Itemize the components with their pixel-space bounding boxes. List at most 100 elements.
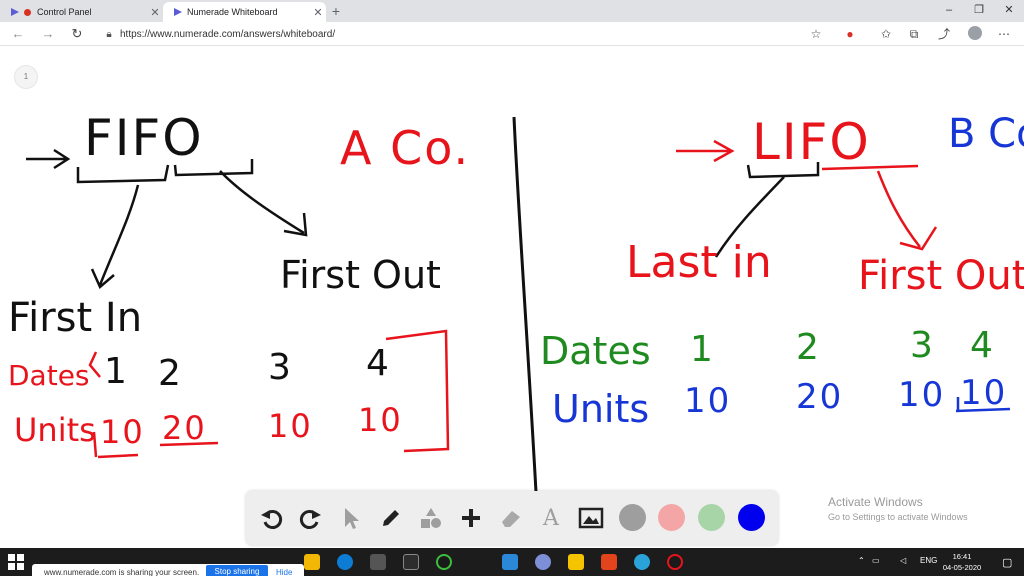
forward-icon[interactable]: →	[40, 26, 56, 42]
record-icon[interactable]	[667, 554, 683, 570]
fifo-title: FIFO	[84, 109, 204, 167]
date-value: 2	[158, 353, 183, 394]
screen-share-bar: www.numerade.com is sharing your screen.…	[32, 564, 304, 576]
unit-value: 10	[960, 373, 1008, 413]
clock-time: 16:41	[952, 552, 972, 561]
share-icon[interactable]: ⤴	[936, 26, 952, 42]
app-icon-4[interactable]	[502, 554, 518, 570]
arrow-lifo-first-out	[876, 170, 938, 251]
hide-button[interactable]: Hide	[276, 568, 292, 576]
date-value: 4	[970, 325, 995, 366]
app-icon-3[interactable]	[436, 554, 452, 570]
edge-browser-icon[interactable]	[337, 554, 353, 570]
color-swatch-gray[interactable]	[619, 504, 646, 531]
unit-value: 10	[358, 401, 403, 439]
units-label: Units	[552, 387, 650, 431]
favorites-icon[interactable]: ✩	[878, 26, 894, 42]
reload-icon[interactable]: ↻	[69, 26, 85, 42]
image-icon[interactable]	[576, 503, 606, 533]
tab-strip: Control Panel ✕ Numerade Whiteboard ✕ + …	[0, 0, 1024, 22]
tray-chevron-icon[interactable]: ⌃	[858, 556, 865, 565]
maximize-button[interactable]: ❐	[964, 0, 994, 22]
pointer-icon[interactable]	[336, 503, 366, 533]
unit-value: 20	[796, 377, 844, 417]
address-bar[interactable]: 🔒︎ https://www.numerade.com/answers/whit…	[98, 24, 838, 44]
arrow-first-in	[90, 184, 140, 290]
unit-value: 10	[898, 375, 946, 415]
redo-icon[interactable]	[296, 503, 326, 533]
network-icon[interactable]: ▭	[872, 556, 880, 565]
color-swatch-green[interactable]	[698, 504, 725, 531]
pen-icon[interactable]	[376, 503, 406, 533]
menu-icon[interactable]: ⋯	[996, 26, 1012, 42]
stop-sharing-button[interactable]: Stop sharing	[206, 565, 268, 576]
date-value: 1	[690, 329, 715, 370]
extension-icon[interactable]: ●	[842, 26, 858, 42]
first-in-label: First In	[8, 295, 143, 341]
color-swatch-blue[interactable]	[738, 504, 765, 531]
unit-value: 10	[100, 413, 145, 451]
company-a-label: A Co.	[340, 121, 471, 175]
tab-control-panel[interactable]: Control Panel ✕	[0, 2, 163, 22]
language-indicator[interactable]: ENG	[920, 556, 937, 565]
clock-date: 04-05-2020	[942, 563, 982, 572]
date-value: 3	[268, 347, 293, 388]
windows-start-icon[interactable]	[8, 554, 24, 570]
close-window-button[interactable]: ✕	[994, 0, 1024, 22]
dates-label: Dates	[8, 359, 90, 392]
eraser-icon[interactable]	[496, 503, 526, 533]
minimize-button[interactable]: –	[934, 0, 964, 22]
file-explorer-icon[interactable]	[304, 554, 320, 570]
last-in-label: Last in	[626, 237, 772, 288]
dates-label: Dates	[540, 329, 651, 373]
arrow-into-fifo	[26, 148, 71, 170]
screen: Control Panel ✕ Numerade Whiteboard ✕ + …	[0, 0, 1024, 576]
unit-value: 10	[268, 407, 313, 445]
lifo-title: LIFO	[752, 113, 871, 171]
close-tab-icon[interactable]: ✕	[310, 6, 326, 19]
notification-icon[interactable]: ▢	[1002, 556, 1012, 569]
unit-value: 10	[684, 381, 732, 421]
first-out-label: First Out	[858, 253, 1024, 299]
tab-label: Numerade Whiteboard	[187, 7, 278, 17]
app-icon-6[interactable]	[568, 554, 584, 570]
app-icon-1[interactable]	[370, 554, 386, 570]
dates-tick	[88, 351, 101, 378]
activate-windows-watermark: Activate Windows Go to Settings to activ…	[828, 495, 968, 522]
back-icon[interactable]: ←	[10, 26, 26, 42]
app-icon-5[interactable]	[535, 554, 551, 570]
units-label: Units	[14, 411, 96, 449]
plus-icon[interactable]	[456, 503, 486, 533]
company-b-label: B Co.	[948, 111, 1024, 157]
arrow-first-out	[219, 170, 308, 237]
new-tab-button[interactable]: +	[328, 2, 344, 20]
tab-numerade-whiteboard[interactable]: Numerade Whiteboard ✕	[163, 2, 326, 22]
watermark-title: Activate Windows	[828, 495, 923, 509]
app-icon-7[interactable]	[601, 554, 617, 570]
volume-icon[interactable]: ◁	[900, 556, 906, 565]
favorite-star-icon[interactable]: ☆	[808, 26, 824, 42]
app-icon-2[interactable]	[403, 554, 419, 570]
fi-bracket	[76, 164, 170, 184]
taskbar-clock[interactable]: 16:41 04-05-2020	[940, 551, 984, 573]
share-message: www.numerade.com is sharing your screen.	[44, 568, 200, 576]
collections-icon[interactable]: ⧉	[906, 26, 922, 42]
date-value: 3	[910, 325, 935, 366]
tab-label: Control Panel	[37, 7, 92, 17]
date-value: 2	[796, 327, 821, 368]
color-swatch-pink[interactable]	[658, 504, 685, 531]
browser-toolbar: ← → ↻ 🔒︎ https://www.numerade.com/answer…	[0, 22, 1024, 46]
drawing-toolbar: A	[246, 491, 778, 545]
date-value: 4	[366, 343, 391, 384]
whiteboard-canvas[interactable]: 1 FIFO A Co. First Out First In Dates 1 …	[0, 47, 1024, 548]
close-tab-icon[interactable]: ✕	[147, 6, 163, 19]
telegram-icon[interactable]	[634, 554, 650, 570]
date-value: 1	[104, 351, 129, 392]
undo-icon[interactable]	[256, 503, 286, 533]
profile-avatar[interactable]	[968, 26, 982, 40]
text-icon[interactable]: A	[536, 503, 566, 533]
watermark-subtitle: Go to Settings to activate Windows	[828, 512, 968, 522]
url-text: https://www.numerade.com/answers/whitebo…	[120, 28, 336, 40]
shapes-icon[interactable]	[416, 503, 446, 533]
lock-icon: 🔒︎	[106, 28, 112, 40]
